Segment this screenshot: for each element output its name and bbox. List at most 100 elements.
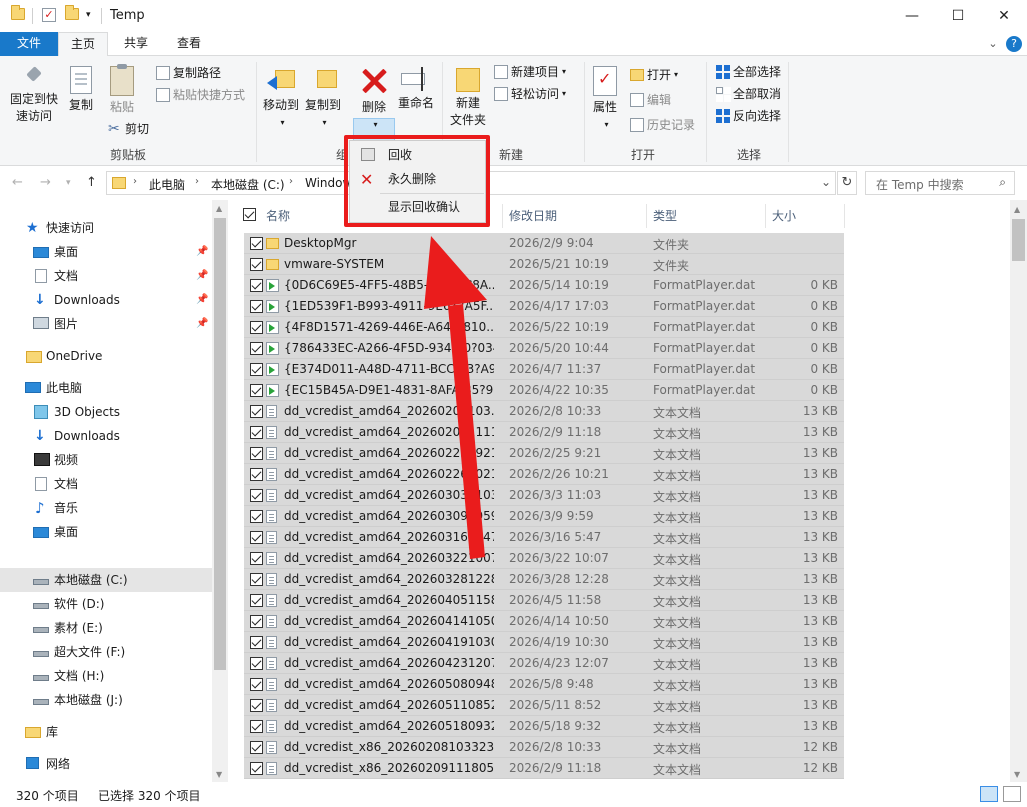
row-checkbox[interactable] (250, 342, 263, 355)
column-divider[interactable] (765, 204, 766, 228)
table-row[interactable]: dd_vcredist_amd64_20260208103... 2026/2/8… (244, 401, 844, 422)
ribbon-collapse-icon[interactable]: ⌄ (985, 36, 1001, 52)
table-row[interactable]: vmware-SYSTEM 2026/5/21 10:19 文件夹 (244, 254, 844, 275)
nav-scrollbar-thumb[interactable] (214, 218, 226, 670)
tab-view[interactable]: 查看 (164, 32, 214, 56)
row-checkbox[interactable] (250, 636, 263, 649)
scroll-down-icon[interactable]: ▼ (1014, 770, 1020, 779)
tab-share[interactable]: 共享 (111, 32, 161, 56)
search-input[interactable]: 在 Temp 中搜索 ⌕ (865, 171, 1015, 195)
close-button[interactable]: ✕ (981, 0, 1027, 32)
row-checkbox[interactable] (250, 699, 263, 712)
nav-drive-e[interactable]: 素材 (E:) (0, 616, 212, 640)
row-checkbox[interactable] (250, 510, 263, 523)
cut-button[interactable]: ✂ 剪切 (108, 119, 149, 139)
back-icon[interactable]: ← (12, 175, 23, 190)
table-row[interactable]: dd_vcredist_amd64_202604231207... 2026/4/… (244, 653, 844, 674)
scroll-up-icon[interactable]: ▲ (1014, 205, 1020, 214)
menu-item-permanent-delete[interactable]: ✕ 永久删除 (350, 167, 485, 191)
row-checkbox[interactable] (250, 405, 263, 418)
table-row[interactable]: dd_vcredist_amd64_202603160547... 2026/3/… (244, 527, 844, 548)
details-view-button[interactable] (980, 786, 998, 802)
edit-button[interactable]: 编辑 (630, 90, 671, 110)
column-date[interactable]: 修改日期 (509, 207, 557, 224)
select-none-button[interactable]: 全部取消 (716, 84, 781, 104)
customize-toolbar-icon[interactable]: ▾ (86, 10, 91, 20)
large-icons-view-button[interactable] (1003, 786, 1021, 802)
nav-downloads[interactable]: ↓ Downloads 📌 (0, 288, 212, 312)
breadcrumb-this-pc[interactable]: 此电脑 (149, 176, 185, 193)
select-all-button[interactable]: 全部选择 (716, 62, 781, 82)
menu-item-show-recycle-confirm[interactable]: 显示回收确认 (350, 195, 485, 219)
copy-path-button[interactable]: 复制路径 (156, 63, 221, 83)
nav-pictures[interactable]: 图片 📌 (0, 312, 212, 336)
table-row[interactable]: DesktopMgr 2026/2/9 9:04 文件夹 (244, 233, 844, 254)
row-checkbox[interactable] (250, 762, 263, 775)
nav-drive-c[interactable]: 本地磁盘 (C:) (0, 568, 212, 592)
pin-icon[interactable]: 📌 (196, 288, 208, 312)
help-icon[interactable]: ? (1006, 36, 1022, 52)
table-row[interactable]: {0D6C69E5-4FF5-48B5-8?1?9C8A... 2026/5/14… (244, 275, 844, 296)
row-checkbox[interactable] (250, 657, 263, 670)
row-checkbox[interactable] (250, 363, 263, 376)
scroll-down-icon[interactable]: ▼ (216, 770, 222, 779)
maximize-button[interactable]: ☐ (935, 0, 981, 32)
table-row[interactable]: {EC15B45A-D9E1-4831-8AFA-B5?9... 2026/4/2… (244, 380, 844, 401)
easy-access-button[interactable]: 轻松访问 ▾ (494, 84, 566, 104)
table-row[interactable]: dd_vcredist_amd64_202603221007... 2026/3/… (244, 548, 844, 569)
column-type[interactable]: 类型 (653, 207, 677, 224)
row-checkbox[interactable] (250, 489, 263, 502)
row-checkbox[interactable] (250, 300, 263, 313)
history-button[interactable]: 历史记录 (630, 115, 695, 135)
row-checkbox[interactable] (250, 678, 263, 691)
table-row[interactable]: dd_vcredist_x86_20260208103323.l... 2026/… (244, 737, 844, 758)
row-checkbox[interactable] (250, 531, 263, 544)
new-folder-button[interactable]: 新建 文件夹 (446, 62, 490, 129)
row-checkbox[interactable] (250, 468, 263, 481)
table-row[interactable]: dd_vcredist_amd64_202602261021... 2026/2/… (244, 464, 844, 485)
column-size[interactable]: 大小 (772, 207, 796, 224)
nav-drive-h[interactable]: 文档 (H:) (0, 664, 212, 688)
paste-button[interactable]: 粘贴 (104, 64, 140, 116)
nav-network[interactable]: 网络 (0, 752, 212, 776)
properties-button[interactable]: 属性 ▾ (588, 66, 622, 133)
file-list-scrollbar[interactable] (1010, 200, 1027, 782)
delete-button[interactable]: 删除 ▾ (354, 66, 394, 133)
pin-icon[interactable]: 📌 (196, 240, 208, 264)
nav-drive-f[interactable]: 超大文件 (F:) (0, 640, 212, 664)
recent-locations-icon[interactable]: ▾ (66, 178, 71, 188)
row-checkbox[interactable] (250, 426, 263, 439)
refresh-button[interactable]: ↻ (837, 171, 857, 195)
file-list-scrollbar-thumb[interactable] (1012, 219, 1025, 261)
pin-icon[interactable]: 📌 (196, 264, 208, 288)
nav-drive-d[interactable]: 软件 (D:) (0, 592, 212, 616)
table-row[interactable]: dd_vcredist_amd64_202603090959... 2026/3/… (244, 506, 844, 527)
table-row[interactable]: dd_vcredist_amd64_202605080948... 2026/5/… (244, 674, 844, 695)
table-row[interactable]: dd_vcredist_amd64_202605180932... 2026/5/… (244, 716, 844, 737)
row-checkbox[interactable] (250, 615, 263, 628)
nav-documents[interactable]: 文档 📌 (0, 264, 212, 288)
move-to-button[interactable]: 移动到 ▾ (262, 64, 300, 131)
column-name[interactable]: 名称 (266, 207, 290, 224)
up-icon[interactable]: ↑ (86, 175, 97, 190)
copy-button[interactable]: 复制 (64, 66, 98, 114)
breadcrumb-drive-c[interactable]: 本地磁盘 (C:) (211, 176, 285, 193)
nav-drive-j[interactable]: 本地磁盘 (J:) (0, 688, 212, 712)
row-checkbox[interactable] (250, 447, 263, 460)
nav-quick-access[interactable]: ★ 快速访问 (0, 216, 212, 240)
pin-icon[interactable]: 📌 (196, 312, 208, 336)
table-row[interactable]: dd_vcredist_amd64_202604051158... 2026/4/… (244, 590, 844, 611)
table-row[interactable]: dd_vcredist_amd64_202604141050... 2026/4/… (244, 611, 844, 632)
row-checkbox[interactable] (250, 237, 263, 250)
table-row[interactable]: {4F8D1571-4269-446E-A64B-810... 2026/5/22… (244, 317, 844, 338)
row-checkbox[interactable] (250, 573, 263, 586)
column-divider[interactable] (502, 204, 503, 228)
nav-music[interactable]: ♪ 音乐 (0, 496, 212, 520)
table-row[interactable]: dd_vcredist_x86_20260209111805.l... 2026/… (244, 758, 844, 779)
paste-shortcut-button[interactable]: 粘贴快捷方式 (156, 85, 245, 105)
menu-item-recycle[interactable]: 回收 (350, 143, 485, 167)
column-divider[interactable] (844, 204, 845, 228)
nav-onedrive[interactable]: OneDrive (0, 344, 212, 368)
nav-downloads-pc[interactable]: ↓ Downloads (0, 424, 212, 448)
row-checkbox[interactable] (250, 258, 263, 271)
